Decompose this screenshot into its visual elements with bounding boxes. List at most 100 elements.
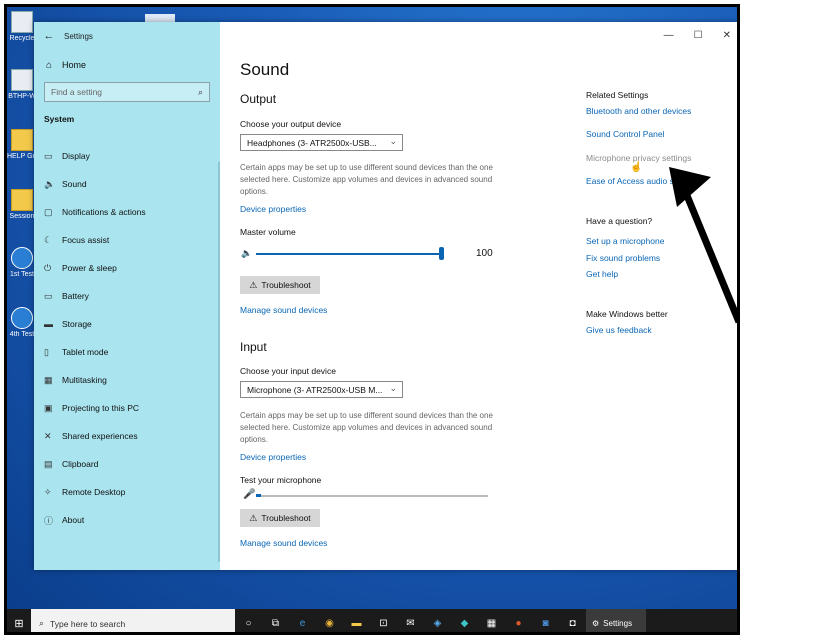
ease-of-access-audio-link[interactable]: Ease of Access audio se xyxy=(586,176,679,186)
task-view-icon[interactable]: ⧉ xyxy=(262,618,289,629)
desktop-icon-test1[interactable]: 1st Test xyxy=(7,247,37,278)
app-icon[interactable]: ◙ xyxy=(532,618,559,629)
sidebar: ← Settings ⌂ Home Find a setting ⌕ Syste… xyxy=(34,22,220,570)
sidebar-item-label: Sound xyxy=(62,179,87,189)
sound-control-panel-link[interactable]: Sound Control Panel xyxy=(586,129,664,139)
get-help-link[interactable]: Get help xyxy=(586,269,618,279)
sidebar-list: ▭ Display 🔈 Sound ▢ Notifications & actions ☾ F… xyxy=(34,142,220,534)
projector-icon: ▣ xyxy=(44,402,53,413)
sidebar-item-label: Tablet mode xyxy=(62,347,109,357)
test-microphone-label: Test your microphone xyxy=(240,475,322,485)
annotation-arrow-icon xyxy=(669,167,737,324)
app-title: Settings xyxy=(64,31,93,41)
power-icon: ⏻ xyxy=(44,262,52,273)
volume-fill xyxy=(256,253,442,255)
gear-icon: ⚙ xyxy=(592,619,600,628)
desktop-icon-test4[interactable]: 4th Test xyxy=(7,307,37,338)
output-device-properties-link[interactable]: Device properties xyxy=(240,204,306,214)
sidebar-item-storage[interactable]: ▬ Storage xyxy=(34,310,220,338)
desktop-icon-doc[interactable]: BTHP-W xyxy=(7,69,37,100)
search-input[interactable]: Find a setting ⌕ xyxy=(44,82,210,102)
give-feedback-link[interactable]: Give us feedback xyxy=(586,325,652,335)
setup-microphone-link[interactable]: Set up a microphone xyxy=(586,236,664,246)
master-volume-label: Master volume xyxy=(240,227,296,237)
output-manage-devices-link[interactable]: Manage sound devices xyxy=(240,305,327,315)
calendar-icon[interactable]: ▦ xyxy=(478,618,505,629)
cortana-icon[interactable]: ○ xyxy=(235,618,262,629)
output-choose-label: Choose your output device xyxy=(240,119,342,129)
sidebar-item-display[interactable]: ▭ Display xyxy=(34,142,220,170)
volume-value: 100 xyxy=(476,248,493,259)
sidebar-item-battery[interactable]: ▭ Battery xyxy=(34,282,220,310)
taskbar-search[interactable]: ⌕ Type here to search xyxy=(31,609,235,632)
taskbar: ⊞ ⌕ Type here to search ○ ⧉ e ◉ ▬ ⊡ ✉ ◈ … xyxy=(7,609,737,632)
sidebar-item-notifications-actions[interactable]: ▢ Notifications & actions xyxy=(34,198,220,226)
microphone-icon: 🎤 xyxy=(243,489,256,500)
output-troubleshoot-button[interactable]: ⚠ Troubleshoot xyxy=(240,276,320,294)
sidebar-item-label: Notifications & actions xyxy=(62,207,146,217)
hand-cursor-icon: ☝ xyxy=(630,162,643,173)
sidebar-scrollbar[interactable] xyxy=(218,162,220,562)
desktop-icon-folder[interactable]: HELP Gimbal xyxy=(7,129,37,160)
file-explorer-icon[interactable]: ▬ xyxy=(343,618,370,629)
remote-icon: ✧ xyxy=(44,486,52,497)
desktop-icon-session[interactable]: Session xyxy=(7,189,37,220)
sidebar-item-multitasking[interactable]: ▦ Multitasking xyxy=(34,366,220,394)
desktop-icon-recycle[interactable]: Recycle xyxy=(7,11,37,42)
speaker-icon: 🔈 xyxy=(241,248,253,258)
output-description: Certain apps may be set up to use differ… xyxy=(240,163,493,196)
input-description: Certain apps may be set up to use differ… xyxy=(240,411,493,444)
display-icon: ▭ xyxy=(44,150,53,161)
sidebar-item-clipboard[interactable]: ▤ Clipboard xyxy=(34,450,220,478)
bluetooth-link[interactable]: Bluetooth and other devices xyxy=(586,106,691,116)
sidebar-item-label: Storage xyxy=(62,319,92,329)
moon-icon: ☾ xyxy=(44,234,53,245)
folder-icon xyxy=(11,129,33,151)
chevron-down-icon: ⌄ xyxy=(389,383,397,393)
sidebar-item-projecting-to-this-pc[interactable]: ▣ Projecting to this PC xyxy=(34,394,220,422)
app-icon[interactable]: ◈ xyxy=(424,618,451,629)
chrome-icon[interactable]: ◉ xyxy=(316,618,343,629)
multitasking-icon: ▦ xyxy=(44,374,53,385)
input-device-dropdown[interactable]: Microphone (3- ATR2500x-USB M... ⌄ xyxy=(240,381,403,398)
document-icon xyxy=(11,69,33,91)
input-manage-devices-link[interactable]: Manage sound devices xyxy=(240,538,327,548)
sidebar-item-focus-assist[interactable]: ☾ Focus assist xyxy=(34,226,220,254)
app-icon[interactable]: ◆ xyxy=(451,618,478,629)
speaker-icon: 🔈 xyxy=(44,178,56,189)
sidebar-item-power-sleep[interactable]: ⏻ Power & sleep xyxy=(34,254,220,282)
taskbar-settings-app[interactable]: ⚙ Settings xyxy=(586,609,646,632)
sidebar-item-remote-desktop[interactable]: ✧ Remote Desktop xyxy=(34,478,220,506)
store-icon[interactable]: ⊡ xyxy=(370,618,397,629)
sidebar-item-shared-experiences[interactable]: ✕ Shared experiences xyxy=(34,422,220,450)
app-icon[interactable]: ● xyxy=(505,618,532,629)
tablet-icon: ▯ xyxy=(44,346,49,357)
info-icon: ⓘ xyxy=(44,515,54,526)
edge-icon[interactable]: e xyxy=(289,618,316,629)
input-choose-label: Choose your input device xyxy=(240,366,336,376)
input-device-properties-link[interactable]: Device properties xyxy=(240,452,306,462)
shared-icon: ✕ xyxy=(44,430,52,441)
sidebar-item-tablet-mode[interactable]: ▯ Tablet mode xyxy=(34,338,220,366)
output-device-dropdown[interactable]: Headphones (3- ATR2500x-USB... ⌄ xyxy=(240,134,403,151)
back-arrow-icon[interactable]: ← xyxy=(34,30,64,42)
windows-start-icon[interactable]: ⊞ xyxy=(7,617,31,630)
sidebar-item-sound[interactable]: 🔈 Sound xyxy=(34,170,220,198)
volume-slider-thumb[interactable] xyxy=(439,247,444,260)
mail-icon[interactable]: ✉ xyxy=(397,618,424,629)
input-troubleshoot-button[interactable]: ⚠ Troubleshoot xyxy=(240,509,320,527)
main-content: Sound Output Choose your output device H… xyxy=(234,22,564,570)
warning-icon: ⚠ xyxy=(249,512,258,523)
app-icon xyxy=(11,247,33,269)
search-icon: ⌕ xyxy=(39,618,45,628)
section-title: System xyxy=(44,114,75,124)
sidebar-item-label: Battery xyxy=(62,291,89,301)
recorder-icon[interactable]: ◘ xyxy=(559,618,586,629)
app-icon xyxy=(11,307,33,329)
sidebar-item-about[interactable]: ⓘ About xyxy=(34,506,220,534)
sidebar-item-home[interactable]: ⌂ Home xyxy=(34,54,220,76)
clipboard-icon: ▤ xyxy=(44,458,53,469)
question-heading: Have a question? xyxy=(586,216,653,226)
fix-sound-link[interactable]: Fix sound problems xyxy=(586,253,660,263)
mic-level-track xyxy=(256,495,488,497)
